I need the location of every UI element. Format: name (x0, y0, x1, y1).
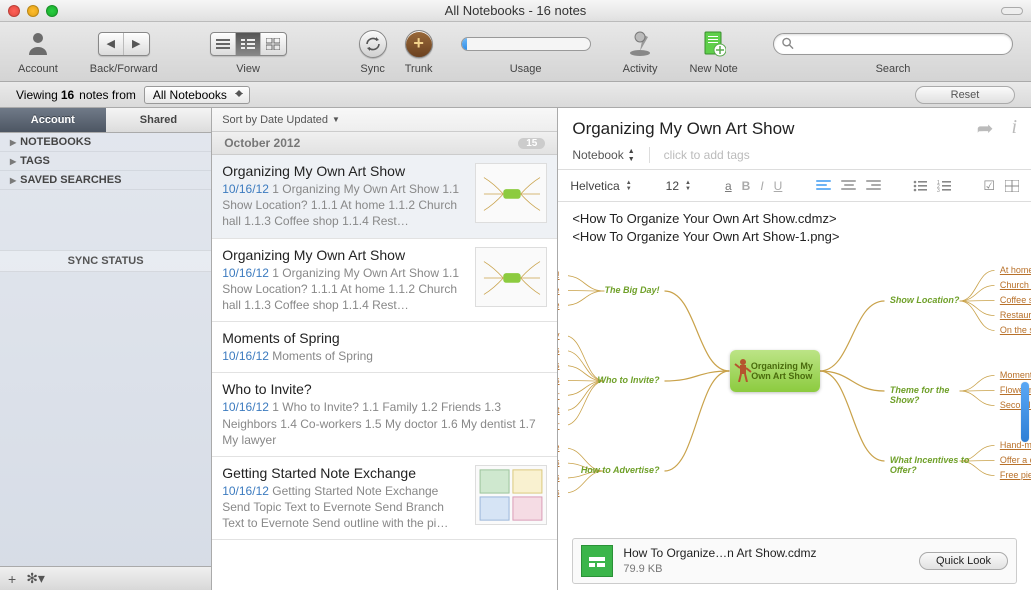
table-button[interactable] (1005, 180, 1019, 192)
sort-bar[interactable]: Sort by Date Updated▼ (212, 108, 557, 132)
search-field[interactable] (773, 33, 1013, 55)
note-item-title: Moments of Spring (222, 330, 547, 346)
note-item-snippet: 10/16/12 1 Who to Invite? 1.1 Family 1.2… (222, 399, 547, 448)
attachment-filename: How To Organize…n Art Show.cdmz (623, 546, 816, 562)
view-list-button[interactable] (211, 33, 236, 55)
note-item-title: Who to Invite? (222, 381, 547, 397)
note-item-thumb (475, 465, 547, 525)
mindmap-image: Organizing My Own Art ShowThe Big Day!EN… (568, 232, 1021, 530)
share-icon[interactable]: ➦ (977, 116, 994, 141)
bullet-list-button[interactable] (913, 180, 927, 192)
sidebar-footer: + ✻▾ (0, 566, 211, 590)
usage-meter: Usage (461, 29, 591, 75)
account-button[interactable]: Account (18, 29, 58, 75)
view-snippet-button[interactable] (236, 33, 261, 55)
forward-button[interactable]: ▶ (124, 33, 149, 55)
note-item-thumb (475, 163, 547, 223)
format-bar: Helvetica▲▼ 12▲▼ a B I U 123 ☑ (558, 170, 1031, 202)
note-item-snippet: 10/16/12 1 Organizing My Own Art Show 1.… (222, 265, 467, 314)
font-size-select[interactable]: 12▲▼ (666, 179, 691, 193)
note-item-snippet: 10/16/12 Getting Started Note Exchange S… (222, 483, 467, 532)
gear-icon[interactable]: ✻▾ (26, 570, 45, 587)
view-buttons: View (210, 29, 287, 75)
filter-prefix: Viewing (16, 88, 58, 102)
note-list-item[interactable]: Organizing My Own Art Show 10/16/12 1 Org… (212, 239, 557, 323)
main-area: Account Shared NOTEBOOKS TAGS SAVED SEAR… (0, 108, 1031, 590)
notebook-picker[interactable]: Notebook ▲▼ (572, 148, 634, 163)
new-note-button[interactable]: New Note (689, 29, 737, 75)
titlebar: All Notebooks - 16 notes (0, 0, 1031, 22)
underline-button[interactable]: U (774, 179, 783, 193)
add-tags-field[interactable]: click to add tags (664, 148, 750, 162)
sidebar: Account Shared NOTEBOOKS TAGS SAVED SEAR… (0, 108, 212, 590)
attachment-size: 79.9 KB (623, 562, 816, 576)
account-label: Account (18, 63, 58, 75)
sync-label: Sync (360, 63, 384, 75)
note-item-thumb (475, 247, 547, 307)
note-list-item[interactable]: Who to Invite? 10/16/12 1 Who to Invite? … (212, 373, 557, 457)
add-icon[interactable]: + (8, 571, 16, 587)
attachment-bar: How To Organize…n Art Show.cdmz 79.9 KB … (572, 538, 1017, 584)
nav-notebooks[interactable]: NOTEBOOKS (0, 133, 211, 152)
nav-saved-searches[interactable]: SAVED SEARCHES (0, 171, 211, 190)
note-item-title: Organizing My Own Art Show (222, 247, 467, 263)
view-card-button[interactable] (261, 33, 286, 55)
view-label: View (236, 63, 260, 75)
note-item-snippet: 10/16/12 1 Organizing My Own Art Show 1.… (222, 181, 467, 230)
back-button[interactable]: ◀ (99, 33, 124, 55)
number-list-button[interactable]: 123 (937, 180, 951, 192)
backforward-label: Back/Forward (90, 63, 158, 75)
usage-label: Usage (510, 63, 542, 75)
attachment-icon (581, 545, 613, 577)
note-meta-row: Notebook ▲▼ click to add tags (558, 147, 1031, 170)
note-body[interactable]: <How To Organize Your Own Art Show.cdmz>… (558, 202, 1031, 590)
bold-button[interactable]: B (742, 179, 751, 193)
month-count-badge: 15 (518, 138, 545, 149)
filter-count: 16 (61, 88, 74, 102)
toolbar: Account ◀ ▶ Back/Forward View Sync + Tru… (0, 22, 1031, 82)
month-header: October 2012 15 (212, 132, 557, 155)
back-forward-buttons: ◀ ▶ Back/Forward (90, 29, 158, 75)
search-label: Search (876, 63, 911, 75)
align-right-button[interactable] (866, 180, 881, 191)
search-container: Search (773, 29, 1013, 75)
tab-account[interactable]: Account (0, 108, 106, 132)
note-item-snippet: 10/16/12 Moments of Spring (222, 348, 547, 364)
svg-text:3: 3 (937, 188, 940, 192)
note-list-item[interactable]: Organizing My Own Art Show 10/16/12 1 Org… (212, 155, 557, 239)
note-title: Organizing My Own Art Show (572, 119, 794, 139)
note-list[interactable]: Organizing My Own Art Show 10/16/12 1 Org… (212, 155, 557, 590)
activity-label: Activity (623, 63, 658, 75)
activity-button[interactable]: Activity (623, 29, 658, 75)
filter-bar: Viewing 16 notes from All Notebooks Rese… (0, 82, 1031, 108)
note-list-item[interactable]: Moments of Spring 10/16/12 Moments of Spr… (212, 322, 557, 373)
note-item-title: Getting Started Note Exchange (222, 465, 467, 481)
notebook-selector[interactable]: All Notebooks (144, 86, 250, 104)
trunk-button[interactable]: + Trunk (405, 29, 433, 75)
note-list-item[interactable]: Getting Started Note Exchange 10/16/12 Ge… (212, 457, 557, 541)
note-item-title: Organizing My Own Art Show (222, 163, 467, 179)
note-detail-pane: Organizing My Own Art Show ➦ i Notebook … (558, 108, 1031, 590)
trunk-label: Trunk (405, 63, 433, 75)
sidebar-tabs: Account Shared (0, 108, 211, 133)
newnote-label: New Note (689, 63, 737, 75)
italic-button[interactable]: I (760, 179, 763, 193)
note-header: Organizing My Own Art Show ➦ i (558, 108, 1031, 147)
filter-mid: notes from (79, 88, 136, 102)
sync-status-header: SYNC STATUS (0, 250, 211, 272)
info-icon[interactable]: i (1011, 116, 1017, 141)
tab-shared[interactable]: Shared (106, 108, 212, 132)
sync-button[interactable]: Sync (359, 29, 387, 75)
search-input[interactable] (799, 37, 1004, 51)
quick-look-button[interactable]: Quick Look (919, 552, 1008, 570)
note-list-pane: Sort by Date Updated▼ October 2012 15 Or… (212, 108, 558, 590)
nav-tags[interactable]: TAGS (0, 152, 211, 171)
align-left-button[interactable] (816, 180, 831, 191)
text-color-button[interactable]: a (725, 179, 732, 193)
checkbox-button[interactable]: ☑ (983, 178, 995, 194)
align-center-button[interactable] (841, 180, 856, 191)
reset-button[interactable]: Reset (915, 86, 1015, 104)
font-name-select[interactable]: Helvetica▲▼ (570, 179, 631, 193)
window-title: All Notebooks - 16 notes (0, 3, 1031, 18)
